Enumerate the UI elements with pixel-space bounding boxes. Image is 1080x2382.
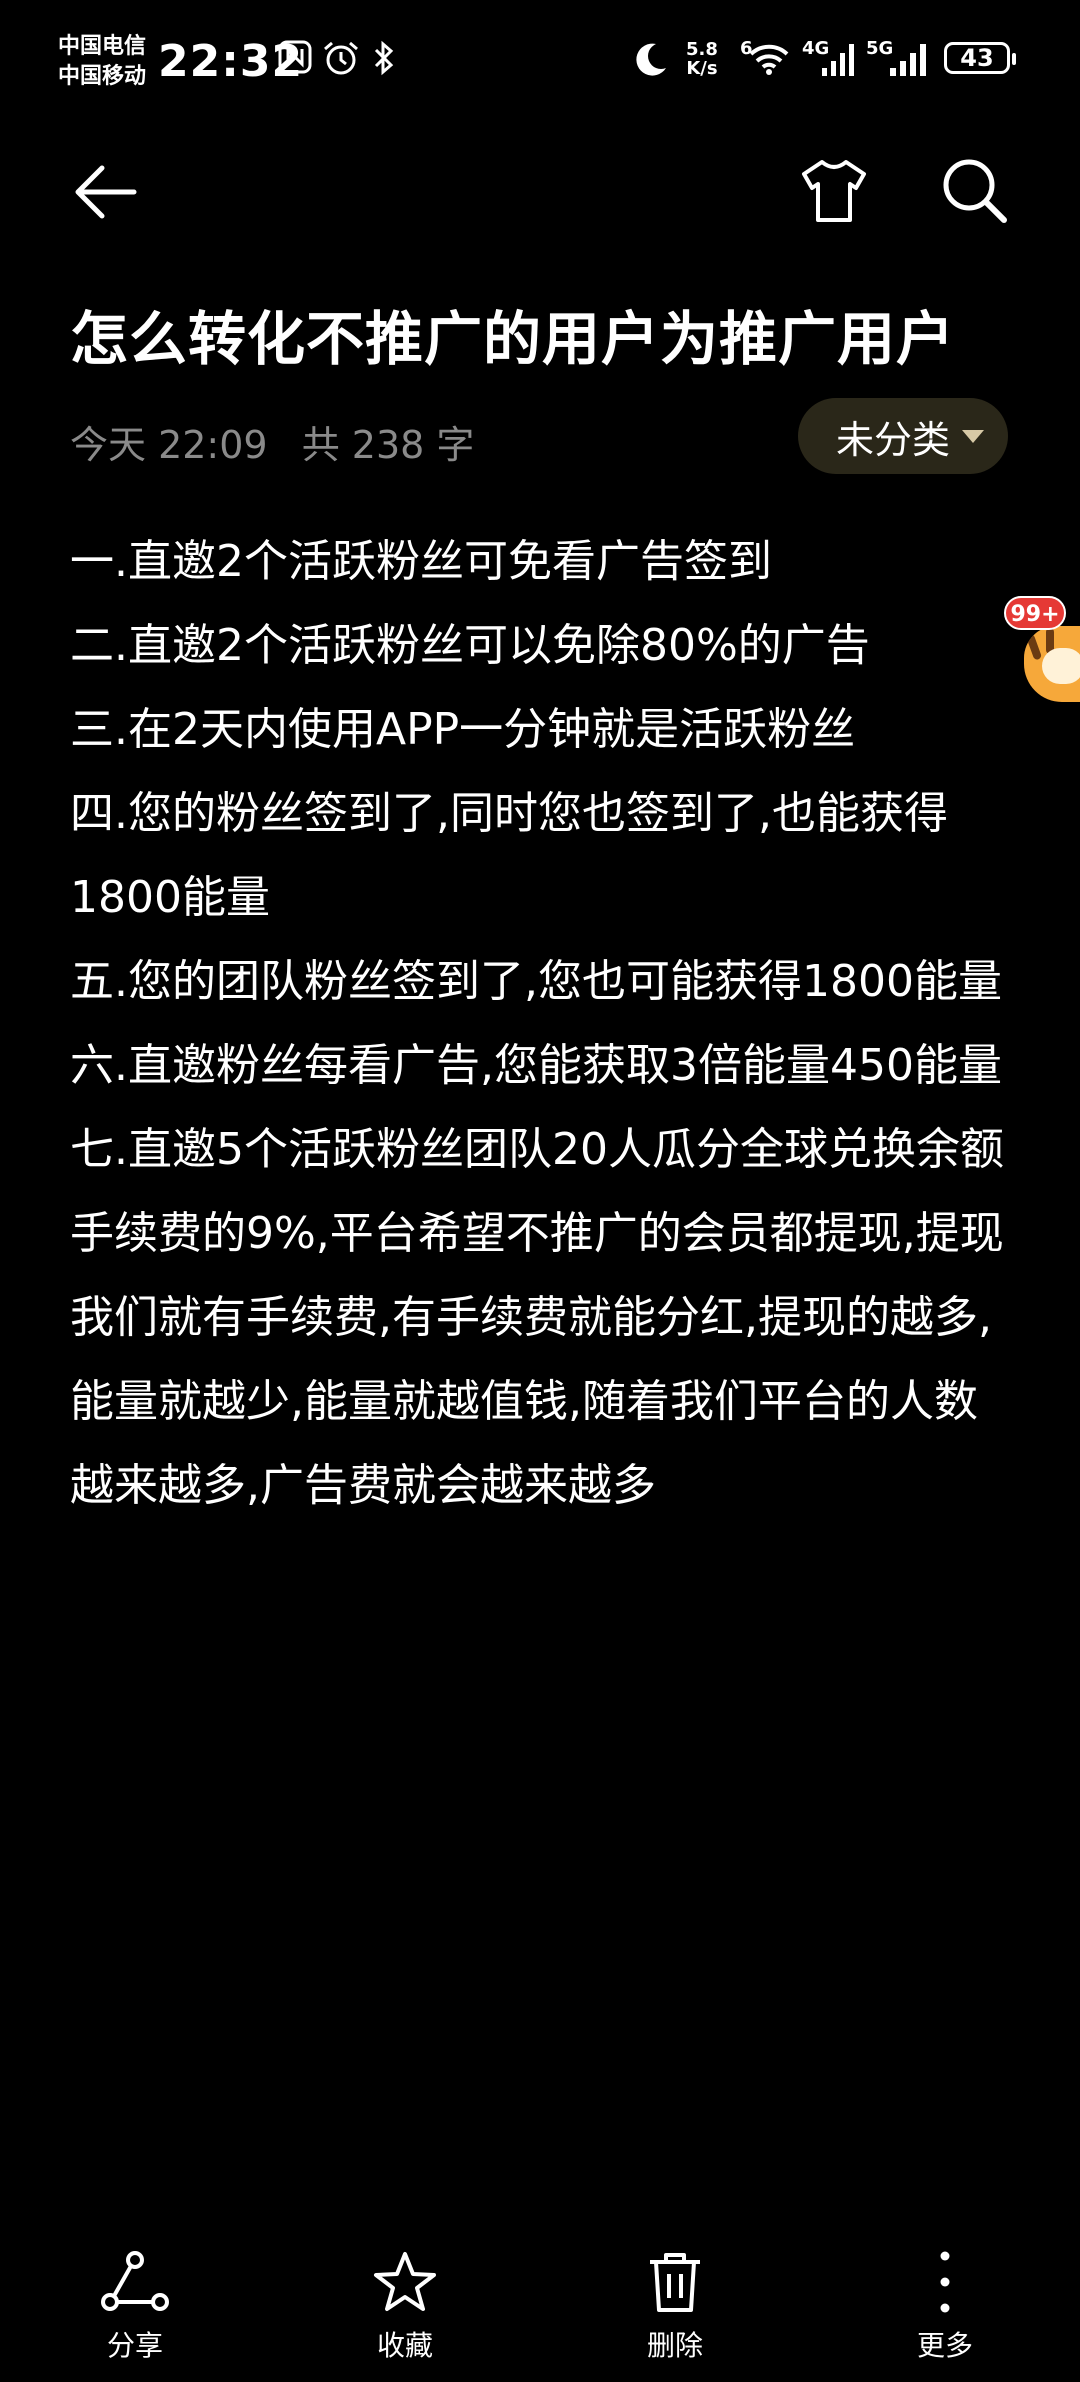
note-body[interactable]: 一.直邀2个活跃粉丝可免看广告签到 二.直邀2个活跃粉丝可以免除80%的广告 三… [70, 520, 1010, 1528]
notification-badge: 99+ [1004, 596, 1066, 630]
more-button[interactable]: 更多 [865, 2250, 1025, 2364]
star-icon [374, 2252, 436, 2311]
note-date: 今天 22:09 [70, 423, 268, 467]
back-arrow-icon[interactable] [72, 158, 140, 226]
network-speed: 5.8 K/s [686, 40, 718, 78]
note-meta: 今天 22:09 共 238 字 [70, 414, 496, 469]
battery-indicator: 43 [944, 42, 1016, 74]
note-paragraph-5: 五.您的团队粉丝签到了,您也可能获得1800能量 [70, 956, 1002, 1007]
more-vertical-icon [940, 2251, 950, 2313]
share-label: 分享 [106, 2329, 163, 2362]
net-speed-value: 5.8 [686, 39, 718, 60]
note-paragraph-4: 四.您的粉丝签到了,同时您也签到了,也能获得1800能量 [70, 788, 948, 923]
share-icon [101, 2251, 169, 2311]
share-button[interactable]: 分享 [55, 2250, 215, 2364]
favorite-label: 收藏 [376, 2329, 433, 2362]
note-paragraph-6: 六.直邀粉丝每看广告,您能获取3倍能量450能量 [70, 1040, 1002, 1091]
alarm-icon [324, 41, 358, 75]
note-paragraph-7: 七.直邀5个活跃粉丝团队20人瓜分全球兑换余额手续费的9%,平台希望不推广的会员… [70, 1124, 1004, 1511]
note-title[interactable]: 怎么转化不推广的用户为推广用户 [70, 292, 955, 376]
note-paragraph-1: 一.直邀2个活跃粉丝可免看广告签到 [70, 536, 772, 587]
carrier-2: 中国移动 [58, 64, 147, 89]
signal-1-icon [822, 44, 854, 76]
wifi-icon [749, 44, 789, 75]
carrier-1: 中国电信 [58, 34, 147, 59]
note-paragraph-3: 三.在2天内使用APP一分钟就是活跃粉丝 [70, 704, 856, 755]
floating-assistant-widget[interactable]: 99+ [1004, 596, 1080, 706]
favorite-button[interactable]: 收藏 [325, 2250, 485, 2364]
delete-label: 删除 [646, 2329, 703, 2362]
note-word-count: 共 238 字 [301, 423, 475, 467]
chevron-down-icon [962, 430, 984, 443]
moon-icon [636, 43, 666, 76]
category-dropdown[interactable]: 未分类 [798, 398, 1008, 474]
category-label: 未分类 [835, 417, 950, 462]
more-label: 更多 [916, 2329, 973, 2362]
note-paragraph-2: 二.直邀2个活跃粉丝可以免除80%的广告 [70, 620, 870, 671]
tiger-mascot-icon [1024, 626, 1080, 702]
signal-2-icon [890, 44, 926, 76]
bluetooth-icon [374, 40, 394, 76]
delete-button[interactable]: 删除 [595, 2250, 755, 2364]
status-bar: 中国电信 中国移动 22:32 5.8 K/s 6 4G 5G 43 [0, 0, 1080, 120]
nfc-icon [278, 40, 312, 74]
tshirt-icon[interactable] [798, 156, 870, 226]
bottom-action-bar: 分享 收藏 删除 更多 [0, 2230, 1080, 2380]
carrier-names: 中国电信 中国移动 [58, 32, 146, 92]
net-speed-unit: K/s [686, 58, 718, 79]
trash-icon [650, 2253, 700, 2312]
search-icon[interactable] [940, 156, 1010, 228]
